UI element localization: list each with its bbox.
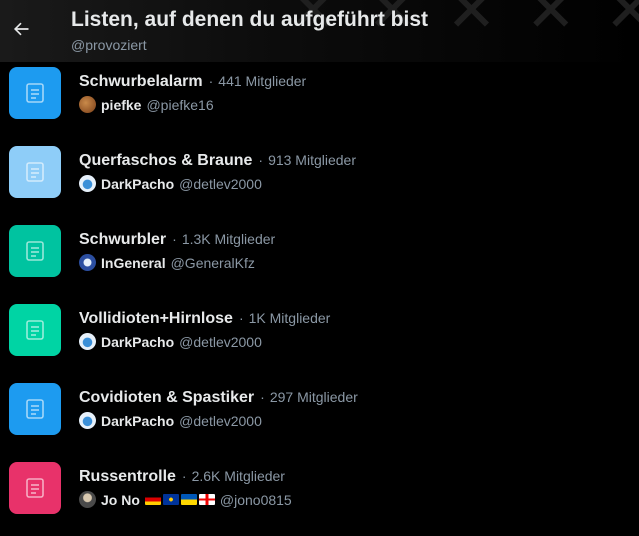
avatar[interactable] — [79, 175, 96, 192]
list-icon — [9, 304, 61, 356]
lists-list: Schwurbelalarm · 441 Mitglieder piefke @… — [0, 62, 639, 536]
page-handle: @provoziert — [71, 37, 147, 53]
member-count: 1.3K Mitglieder — [181, 231, 276, 247]
georgia-flag-icon — [198, 494, 215, 505]
separator-dot: · — [181, 468, 187, 484]
list-item[interactable]: Vollidioten+Hirnlose · 1K Mitglieder Dar… — [0, 299, 639, 378]
list-item[interactable]: Querfaschos & Braune · 913 Mitglieder Da… — [0, 141, 639, 220]
eu-flag-icon — [162, 494, 179, 505]
flag-emojis — [144, 494, 215, 505]
list-item[interactable]: Schwurbler · 1.3K Mitglieder InGeneral @… — [0, 220, 639, 299]
list-icon — [9, 383, 61, 435]
member-count: 297 Mitglieder — [269, 389, 358, 405]
arrow-left-icon — [13, 22, 29, 36]
owner-handle[interactable]: @detlev2000 — [179, 176, 262, 192]
page-header: ✕ ✕ ✕ ✕ ✕ Listen, auf denen du aufgeführ… — [0, 0, 639, 62]
member-count: 913 Mitglieder — [268, 152, 356, 168]
avatar[interactable] — [79, 491, 96, 508]
germany-flag-icon — [144, 494, 161, 505]
separator-dot: · — [238, 310, 244, 326]
member-count: 441 Mitglieder — [218, 73, 307, 89]
separator-dot: · — [208, 73, 214, 89]
separator-dot: · — [258, 152, 264, 168]
list-name[interactable]: Schwurbler — [79, 231, 166, 249]
page-title: Listen, auf denen du aufgeführt bist — [71, 8, 428, 31]
list-item[interactable]: Russentrolle · 2.6K Mitglieder Jo No @jo… — [0, 457, 639, 536]
owner-name[interactable]: DarkPacho — [101, 176, 174, 192]
ukraine-flag-icon — [180, 494, 197, 505]
list-name[interactable]: Vollidioten+Hirnlose — [79, 310, 233, 328]
member-count: 2.6K Mitglieder — [191, 468, 285, 484]
back-button[interactable] — [4, 12, 38, 46]
owner-handle[interactable]: @GeneralKfz — [171, 255, 255, 271]
owner-handle[interactable]: @detlev2000 — [179, 413, 262, 429]
avatar[interactable] — [79, 254, 96, 271]
avatar[interactable] — [79, 412, 96, 429]
owner-name[interactable]: InGeneral — [101, 255, 166, 271]
owner-name[interactable]: DarkPacho — [101, 413, 174, 429]
separator-dot: · — [260, 389, 265, 405]
list-item[interactable]: Schwurbelalarm · 441 Mitglieder piefke @… — [0, 62, 639, 141]
list-name[interactable]: Querfaschos & Braune — [79, 152, 252, 170]
owner-handle[interactable]: @detlev2000 — [179, 334, 262, 350]
list-item[interactable]: Covidioten & Spastiker · 297 Mitglieder … — [0, 378, 639, 457]
owner-name[interactable]: Jo No — [101, 492, 140, 508]
separator-dot: · — [172, 231, 177, 247]
list-name[interactable]: Russentrolle — [79, 468, 176, 486]
list-icon — [9, 225, 61, 277]
list-name[interactable]: Schwurbelalarm — [79, 73, 203, 91]
list-icon — [9, 146, 61, 198]
list-icon — [9, 462, 61, 514]
avatar[interactable] — [79, 96, 96, 113]
member-count: 1K Mitglieder — [248, 310, 331, 326]
owner-handle[interactable]: @piefke16 — [146, 97, 213, 113]
owner-handle[interactable]: @jono0815 — [220, 492, 292, 508]
avatar[interactable] — [79, 333, 96, 350]
owner-name[interactable]: DarkPacho — [101, 334, 174, 350]
owner-name[interactable]: piefke — [101, 97, 141, 113]
list-icon — [9, 67, 61, 119]
list-name[interactable]: Covidioten & Spastiker — [79, 389, 254, 407]
